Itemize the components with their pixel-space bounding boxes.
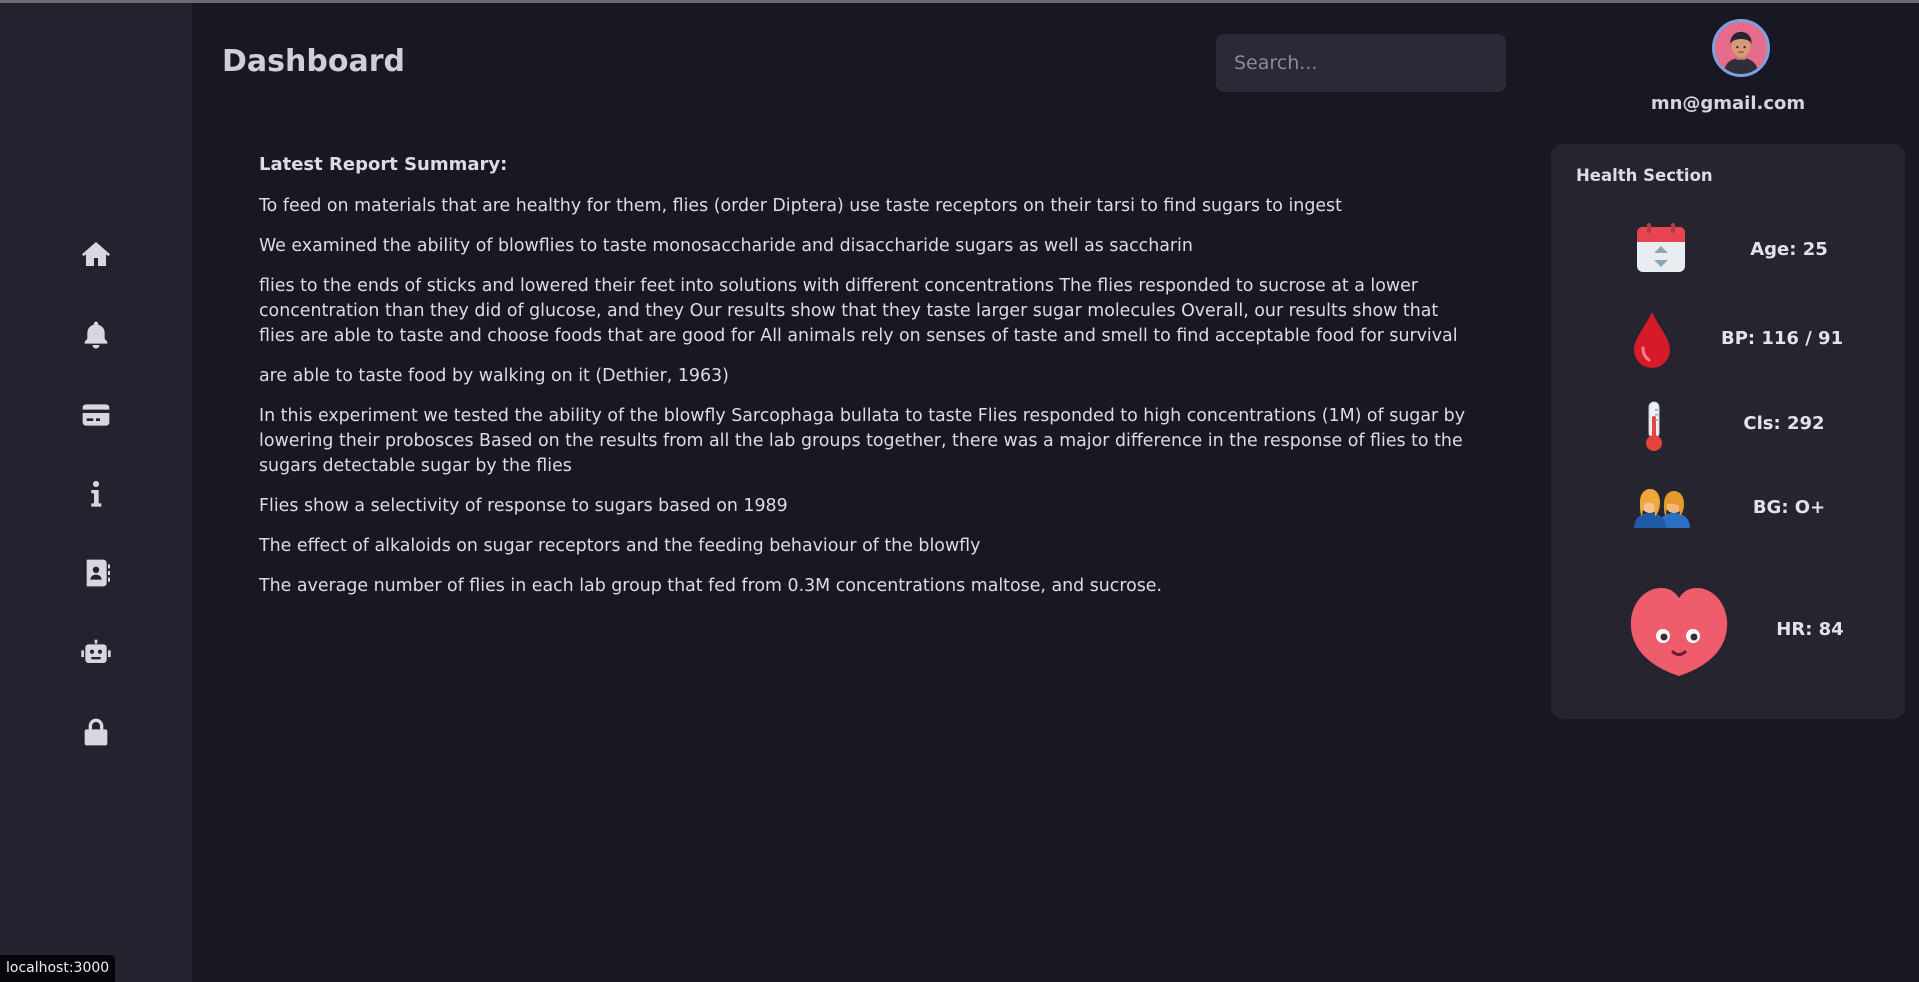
lock-icon [84,718,108,746]
report-paragraph: flies to the ends of sticks and lowered … [259,276,1458,346]
blood-pressure-value: BP: 116 / 91 [1721,328,1844,349]
window-top-border [0,0,1919,3]
report-summary: Latest Report Summary: To feed on materi… [259,152,1469,614]
health-section: Health Section Age: 25 BP: 116 / 91 Cls:… [1551,144,1905,719]
report-paragraph: In this experiment we tested the ability… [259,406,1465,476]
user-email: mn@gmail.com [1650,93,1806,114]
sidebar-item-payments[interactable] [70,389,122,441]
user-avatar-icon [1715,22,1767,74]
sidebar-item-notifications[interactable] [70,309,122,361]
report-paragraph: To feed on materials that are healthy fo… [259,196,1342,216]
heart-rate-value: HR: 84 [1776,619,1844,640]
sidebar-item-contacts[interactable] [70,547,122,599]
cholesterol-value: Cls: 292 [1743,413,1825,434]
contact-book-icon [86,559,110,587]
sidebar-item-lock[interactable] [70,706,122,758]
report-heading: Latest Report Summary: [259,154,508,175]
status-bar-url: localhost:3000 [0,955,116,982]
report-paragraph: The average number of flies in each lab … [259,576,1163,596]
report-paragraph: The effect of alkaloids on sugar recepto… [259,536,981,556]
blood-group-value: BG: O+ [1752,497,1826,518]
report-paragraph: We examined the ability of blowflies to … [259,236,1193,256]
sidebar-item-info[interactable] [70,468,122,520]
avatar[interactable] [1712,19,1770,77]
health-section-title: Health Section [1576,166,1713,185]
sidebar-item-home[interactable] [70,228,122,280]
thermometer-icon [1642,400,1666,456]
page-title: Dashboard [222,44,405,79]
calendar-icon [1635,222,1687,278]
info-icon [91,480,102,507]
sidebar-item-assistant[interactable] [70,627,122,679]
home-icon [82,242,110,266]
report-paragraph: are able to taste food by walking on it … [259,366,729,386]
card-icon [82,404,110,426]
robot-icon [81,639,111,663]
search-input[interactable] [1216,34,1506,92]
people-icon [1634,480,1690,532]
age-value: Age: 25 [1750,239,1828,260]
bell-icon [84,321,108,349]
blood-drop-icon [1630,310,1674,374]
report-paragraph: Flies show a selectivity of response to … [259,496,788,516]
sidebar [0,3,192,982]
heart-icon [1629,586,1729,682]
